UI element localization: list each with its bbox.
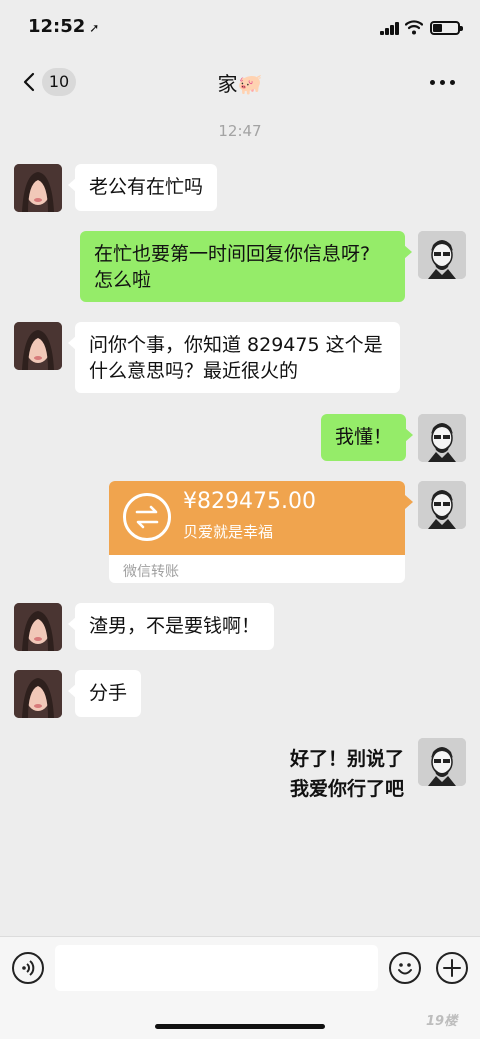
chat-header: 10 家🐖 [0, 56, 480, 108]
message-text-line: 在忙也要第一时间回复你信息呀? [94, 243, 371, 265]
chat-title: 家🐖 [217, 72, 263, 96]
emoji-button[interactable] [389, 952, 421, 984]
contact-avatar[interactable] [14, 164, 62, 212]
message-text: 我懂！ [335, 426, 393, 448]
message-bubble-incoming[interactable]: 渣男，不是要钱啊！ [67, 603, 275, 650]
message-timestamp: 12:47 [218, 122, 262, 140]
message-text: 渣男，不是要钱啊！ [89, 615, 261, 637]
status-time-text: 12:52 [28, 16, 86, 37]
site-watermark: 19楼 [426, 1014, 458, 1029]
contact-avatar[interactable] [14, 322, 62, 370]
transfer-bubble-tail [405, 495, 413, 509]
contact-avatar[interactable] [14, 670, 62, 718]
message-text-line: 怎么啦 [94, 269, 152, 291]
message-bubble-incoming[interactable]: 老公有在忙吗 [67, 164, 218, 211]
female-avatar-icon [14, 322, 62, 370]
male-avatar-icon [418, 738, 466, 786]
message-text: 分手 [89, 682, 128, 704]
wechat-transfer-card[interactable]: ¥829475.00 贝爱就是幸福 微信转账 [109, 481, 405, 583]
message-text: 老公有在忙吗 [89, 176, 204, 198]
message-text-line: 我爱你行了吧 [289, 778, 404, 800]
message-bubble-incoming[interactable]: 问你个事，你知道 829475 这个是 什么意思吗？最近很火的 [68, 322, 400, 393]
self-avatar[interactable] [418, 231, 466, 279]
message-text-line: 好了！别说了 [289, 748, 404, 770]
transfer-arrows-icon [123, 493, 171, 541]
transfer-amount: ¥829475.00 [183, 489, 316, 514]
message-bubble-outgoing[interactable]: 我懂！ [321, 414, 414, 461]
message-bubble-incoming[interactable]: 分手 [67, 670, 142, 717]
status-time: 12:52 ➚ [28, 16, 99, 37]
emoji-icon [398, 963, 412, 975]
signal-icon [380, 22, 400, 35]
message-bubble-outgoing[interactable]: 在忙也要第一时间回复你信息呀? 怎么啦 [80, 231, 412, 302]
status-bar: 12:52 ➚ [0, 0, 480, 56]
message-input[interactable] [55, 945, 378, 991]
home-indicator[interactable] [155, 1024, 325, 1029]
voice-icon [22, 960, 35, 976]
location-arrow-icon: ➚ [89, 21, 100, 35]
male-avatar-icon [418, 414, 466, 462]
message-text-line: 什么意思吗？最近很火的 [89, 360, 299, 382]
plus-icon [443, 959, 461, 977]
battery-icon [430, 21, 463, 35]
wifi-icon [405, 20, 423, 35]
female-avatar-icon [14, 603, 62, 651]
voice-input-button[interactable] [12, 952, 44, 984]
more-options-button[interactable] [428, 70, 458, 94]
contact-avatar[interactable] [14, 603, 62, 651]
message-text-line: 问你个事，你知道 829475 这个是 [89, 334, 383, 356]
transfer-label: 微信转账 [123, 564, 179, 580]
transfer-card-header: ¥829475.00 贝爱就是幸福 [109, 481, 405, 555]
message-text-plain[interactable]: 好了！别说了 我爱你行了吧 [290, 744, 404, 804]
more-functions-button[interactable] [436, 952, 468, 984]
male-avatar-icon [418, 481, 466, 529]
self-avatar[interactable] [418, 481, 466, 529]
self-avatar[interactable] [418, 414, 466, 462]
female-avatar-icon [14, 670, 62, 718]
female-avatar-icon [14, 164, 62, 212]
transfer-note: 贝爱就是幸福 [183, 523, 274, 541]
male-avatar-icon [418, 231, 466, 279]
self-avatar[interactable] [418, 738, 466, 786]
